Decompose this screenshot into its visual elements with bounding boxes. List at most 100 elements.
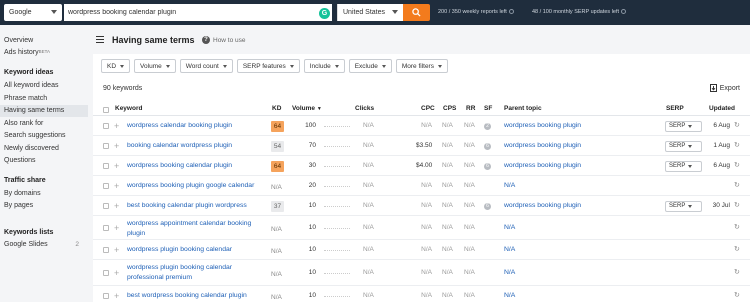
column-header-keyword[interactable]: Keyword <box>115 105 142 112</box>
column-header-sf[interactable]: SF <box>484 105 492 112</box>
rr-value: N/A <box>464 268 475 276</box>
add-to-list-icon[interactable]: + <box>114 223 119 232</box>
refresh-icon[interactable]: ↻ <box>734 161 740 169</box>
how-to-use-link[interactable]: ? How to use <box>202 36 246 44</box>
refresh-icon[interactable]: ↻ <box>734 223 740 231</box>
serp-button[interactable]: SERP <box>665 120 702 132</box>
keyword-link[interactable]: wordpress plugin booking calendar profes… <box>127 263 263 282</box>
search-engine-value: Google <box>9 9 32 16</box>
help-icon[interactable] <box>508 9 514 15</box>
refresh-icon[interactable]: ↻ <box>734 245 740 253</box>
row-checkbox[interactable] <box>103 247 109 253</box>
row-checkbox[interactable] <box>103 293 109 299</box>
add-to-list-icon[interactable]: + <box>114 121 119 130</box>
keyword-link[interactable]: wordpress booking calendar plugin <box>127 161 263 171</box>
filter-include[interactable]: Include <box>303 59 345 73</box>
volume-value: 30 <box>308 161 316 169</box>
sidebar-item-by-domains[interactable]: By domains <box>4 190 41 197</box>
add-to-list-icon[interactable]: + <box>114 268 119 277</box>
row-checkbox[interactable] <box>103 225 109 231</box>
keyword-link[interactable]: best booking calendar plugin wordpress <box>127 201 263 211</box>
parent-topic-link[interactable]: wordpress booking plugin <box>504 162 581 169</box>
serp-button[interactable]: SERP <box>665 160 702 172</box>
parent-topic-link[interactable]: wordpress booking plugin <box>504 202 581 209</box>
keyword-link[interactable]: wordpress booking plugin google calendar <box>127 181 263 191</box>
row-checkbox[interactable] <box>103 123 109 129</box>
keyword-link[interactable]: booking calendar wordpress plugin <box>127 141 263 151</box>
refresh-icon[interactable]: ↻ <box>734 201 740 209</box>
filter-word-count[interactable]: Word count <box>179 59 233 73</box>
refresh-icon[interactable]: ↻ <box>734 291 740 299</box>
sidebar-item-search-suggestions[interactable]: Search suggestions <box>4 132 65 139</box>
sidebar-item-overview[interactable]: Overview <box>4 37 33 44</box>
serp-features-icon[interactable]: 6 <box>484 142 491 150</box>
row-checkbox[interactable] <box>103 270 109 276</box>
sidebar-item-all-keyword-ideas[interactable]: All keyword ideas <box>4 82 58 89</box>
row-checkbox[interactable] <box>103 163 109 169</box>
column-header-cps[interactable]: CPS <box>443 105 456 112</box>
refresh-icon[interactable]: ↻ <box>734 181 740 189</box>
sidebar-item-ads-history[interactable]: Ads historyBETA <box>4 49 50 56</box>
country-select[interactable]: United States <box>337 4 403 21</box>
serp-features-icon[interactable]: 2 <box>484 122 491 130</box>
serp-button[interactable]: SERP <box>665 140 702 152</box>
column-header-serp[interactable]: SERP <box>666 105 684 112</box>
sidebar-item-questions[interactable]: Questions <box>4 157 36 164</box>
column-header-clicks[interactable]: Clicks <box>355 105 374 112</box>
beta-badge: BETA <box>38 49 51 54</box>
sidebar-item-by-pages[interactable]: By pages <box>4 202 33 209</box>
menu-icon[interactable] <box>96 36 104 44</box>
serp-features-icon[interactable]: 6 <box>484 162 491 170</box>
add-to-list-icon[interactable]: + <box>114 141 119 150</box>
cpc-value: N/A <box>421 121 432 129</box>
clicks-value: N/A <box>363 121 374 129</box>
refresh-icon[interactable]: ↻ <box>734 121 740 129</box>
add-to-list-icon[interactable]: + <box>114 161 119 170</box>
filter-volume[interactable]: Volume <box>134 59 176 73</box>
add-to-list-icon[interactable]: + <box>114 245 119 254</box>
parent-topic-link[interactable]: wordpress booking plugin <box>504 142 581 149</box>
row-checkbox[interactable] <box>103 183 109 189</box>
column-header-kd[interactable]: KD <box>272 105 281 112</box>
sidebar-item-having-same-terms[interactable]: Having same terms <box>4 107 64 114</box>
chevron-down-icon <box>688 204 693 208</box>
sidebar-item-phrase-match[interactable]: Phrase match <box>4 95 47 102</box>
refresh-icon[interactable]: ↻ <box>734 268 740 276</box>
keyword-search-input[interactable] <box>64 4 332 21</box>
grammarly-icon[interactable]: G <box>319 8 330 19</box>
add-to-list-icon[interactable]: + <box>114 181 119 190</box>
column-header-rr[interactable]: RR <box>466 105 475 112</box>
keyword-link[interactable]: wordpress calendar booking plugin <box>127 121 263 131</box>
help-icon[interactable] <box>621 9 627 15</box>
export-button[interactable]: Export <box>709 84 740 92</box>
clicks-sparkline <box>324 166 350 167</box>
row-checkbox[interactable] <box>103 203 109 209</box>
column-header-parent-topic[interactable]: Parent topic <box>504 105 542 112</box>
add-to-list-icon[interactable]: + <box>114 291 119 300</box>
filter-more-filters[interactable]: More filters <box>395 59 448 73</box>
search-engine-select[interactable]: Google <box>4 4 62 21</box>
sidebar-item-newly-discovered[interactable]: Newly discovered <box>4 145 59 152</box>
keyword-link[interactable]: best wordpress booking calendar plugin <box>127 291 263 301</box>
filter-kd[interactable]: KD <box>101 59 131 73</box>
sidebar-item-also-rank-for[interactable]: Also rank for <box>4 120 43 127</box>
sidebar-item-google-slides[interactable]: Google Slides 2 <box>4 241 89 248</box>
serp-button[interactable]: SERP <box>665 200 702 212</box>
chevron-down-icon <box>688 144 693 148</box>
kd-badge: 37 <box>271 200 284 212</box>
refresh-icon[interactable]: ↻ <box>734 141 740 149</box>
filter-exclude[interactable]: Exclude <box>348 59 392 73</box>
column-header-volume[interactable]: Volume ▼ <box>292 105 322 112</box>
keyword-link[interactable]: wordpress plugin booking calendar <box>127 245 263 255</box>
keyword-link[interactable]: wordpress appointment calendar booking p… <box>127 219 263 238</box>
row-checkbox[interactable] <box>103 143 109 149</box>
chevron-down-icon <box>120 64 125 68</box>
parent-topic-link[interactable]: wordpress booking plugin <box>504 122 581 129</box>
select-all-checkbox[interactable] <box>103 107 109 113</box>
filter-serp-features[interactable]: SERP features <box>236 59 300 73</box>
add-to-list-icon[interactable]: + <box>114 201 119 210</box>
search-button[interactable] <box>403 4 430 21</box>
column-header-cpc[interactable]: CPC <box>421 105 435 112</box>
serp-features-icon[interactable]: 6 <box>484 202 491 210</box>
column-header-updated[interactable]: Updated <box>709 105 735 112</box>
